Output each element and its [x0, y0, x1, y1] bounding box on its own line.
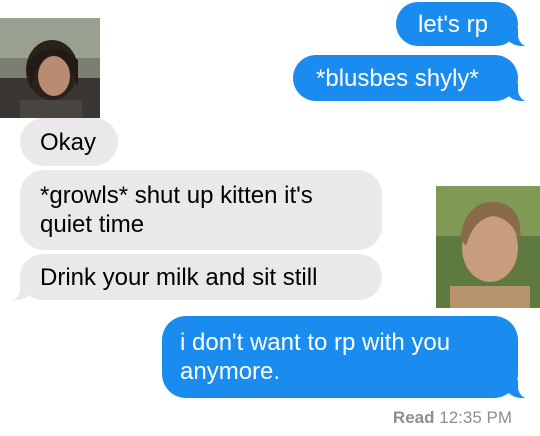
message-text: Okay	[40, 128, 97, 156]
message-bubble-outgoing[interactable]: *blusbes shyly*	[293, 55, 540, 102]
message-text: *blusbes shyly*	[316, 64, 479, 92]
message-text: Drink your milk and sit still	[40, 263, 318, 291]
message-bubble-incoming[interactable]: *growls* shut up kitten it's quiet time	[20, 170, 382, 250]
message-bubble-outgoing[interactable]: let's rp	[396, 2, 540, 47]
message-text: i don't want to rp with you anymore.	[180, 329, 451, 385]
message-bubble-incoming[interactable]: Okay	[20, 118, 118, 166]
message-bubble-outgoing[interactable]: i don't want to rp with you anymore.	[162, 316, 540, 399]
read-receipt: Read 12:35 PM	[393, 408, 512, 428]
message-text: let's rp	[418, 10, 488, 38]
message-text: *growls* shut up kitten it's quiet time	[40, 182, 313, 238]
overlay-photo-left	[0, 18, 100, 118]
overlay-photo-right	[436, 186, 540, 308]
read-label: Read	[392, 408, 435, 427]
read-time: 12:35 PM	[439, 408, 512, 427]
message-bubble-incoming[interactable]: Drink your milk and sit still	[0, 254, 382, 301]
